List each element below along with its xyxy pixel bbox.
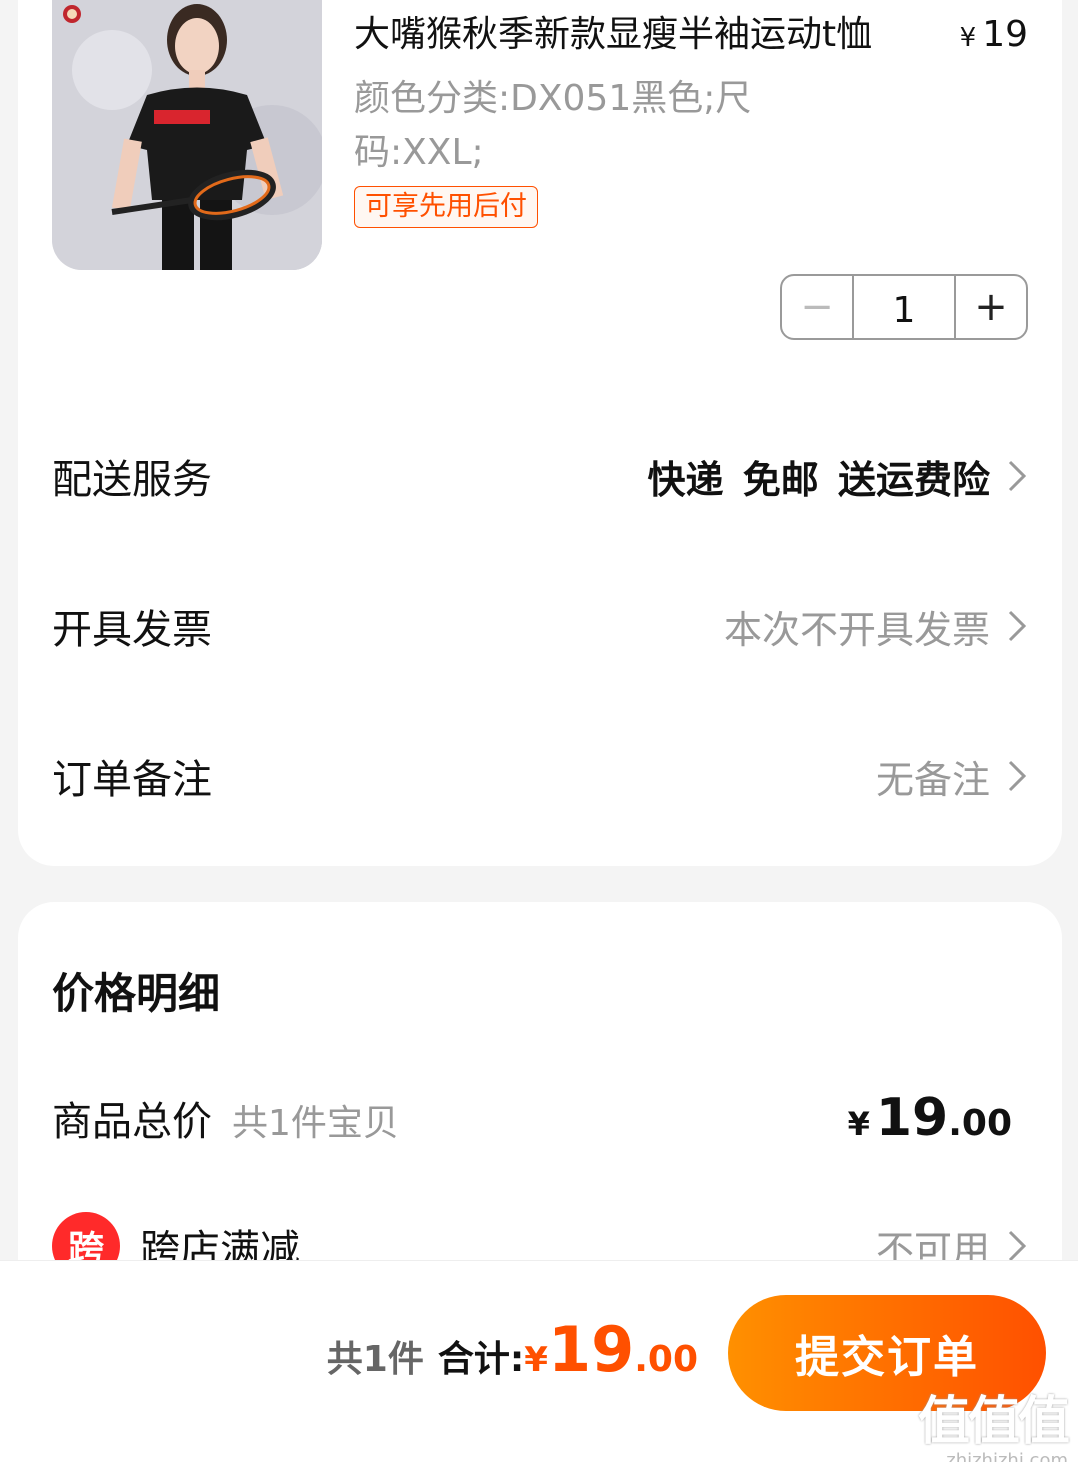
item-count: 共1件 — [326, 1339, 424, 1380]
total-symbol: ¥ — [524, 1340, 548, 1380]
price-detail-title: 价格明细 — [52, 969, 221, 1018]
delivery-service-text: 快递 免邮 送运费险 — [647, 457, 990, 502]
chevron-right-icon — [1008, 1230, 1027, 1262]
delivery-service-value: 快递 免邮 送运费险 — [648, 449, 1028, 504]
watermark: 值值值 zhizhizhi.com — [917, 1379, 1070, 1462]
total-label: 合计: — [437, 1339, 525, 1380]
total-int: 19 — [547, 1313, 635, 1386]
order-card: 大嘴猴秋季新款显瘦半袖运动t恤 ¥19 颜色分类:DX051黑色;尺码:XXL;… — [18, 0, 1062, 866]
chevron-right-icon — [1008, 460, 1027, 492]
chevron-right-icon — [1008, 610, 1027, 642]
product-image[interactable] — [52, 0, 322, 270]
total-dec: .00 — [634, 1339, 698, 1380]
product-unit-price: ¥19 — [960, 12, 1028, 61]
amount-symbol: ¥ — [847, 1105, 870, 1143]
price-symbol: ¥ — [959, 23, 977, 53]
goods-total-row: 商品总价 共1件宝贝 ¥19.00 — [52, 1088, 1012, 1148]
chevron-right-icon — [1008, 760, 1027, 792]
invoice-label: 开具发票 — [52, 607, 212, 653]
goods-count: 共1件宝贝 — [232, 1103, 399, 1144]
invoice-text: 本次不开具发票 — [723, 607, 990, 652]
order-note-label: 订单备注 — [52, 757, 212, 803]
order-summary: 共1件 合计: ¥19.00 — [327, 1313, 698, 1386]
checkout-bar: 共1件 合计: ¥19.00 提交订单 值值值 zhizhizhi.com — [0, 1260, 1078, 1462]
invoice-value: 本次不开具发票 — [724, 599, 1028, 654]
pay-later-tag: 可享先用后付 — [354, 186, 538, 228]
decrease-quantity-button[interactable]: − — [782, 276, 854, 338]
amount-int: 19 — [875, 1088, 949, 1148]
order-note-value: 无备注 — [876, 749, 1028, 804]
quantity-stepper: − 1 + — [780, 274, 1028, 340]
product-spec[interactable]: 颜色分类:DX051黑色;尺码:XXL; — [354, 72, 804, 180]
order-note-row[interactable]: 订单备注 无备注 — [52, 746, 1028, 806]
quantity-value[interactable]: 1 — [854, 276, 954, 338]
order-note-text: 无备注 — [875, 757, 990, 802]
price-value: 19 — [982, 14, 1028, 55]
watermark-logo: 值值值 — [917, 1392, 1070, 1452]
increase-quantity-button[interactable]: + — [954, 276, 1026, 338]
amount-dec: .00 — [948, 1103, 1012, 1144]
goods-total-label: 商品总价 — [52, 1099, 212, 1145]
delivery-service-row[interactable]: 配送服务 快递 免邮 送运费险 — [52, 446, 1028, 506]
checkout-page: 大嘴猴秋季新款显瘦半袖运动t恤 ¥19 颜色分类:DX051黑色;尺码:XXL;… — [0, 0, 1078, 1462]
product-title[interactable]: 大嘴猴秋季新款显瘦半袖运动t恤 — [354, 12, 944, 58]
product-photo-illustration — [52, 0, 322, 270]
invoice-row[interactable]: 开具发票 本次不开具发票 — [52, 596, 1028, 656]
goods-total-amount: ¥19.00 — [848, 1088, 1012, 1148]
delivery-service-label: 配送服务 — [52, 457, 212, 503]
